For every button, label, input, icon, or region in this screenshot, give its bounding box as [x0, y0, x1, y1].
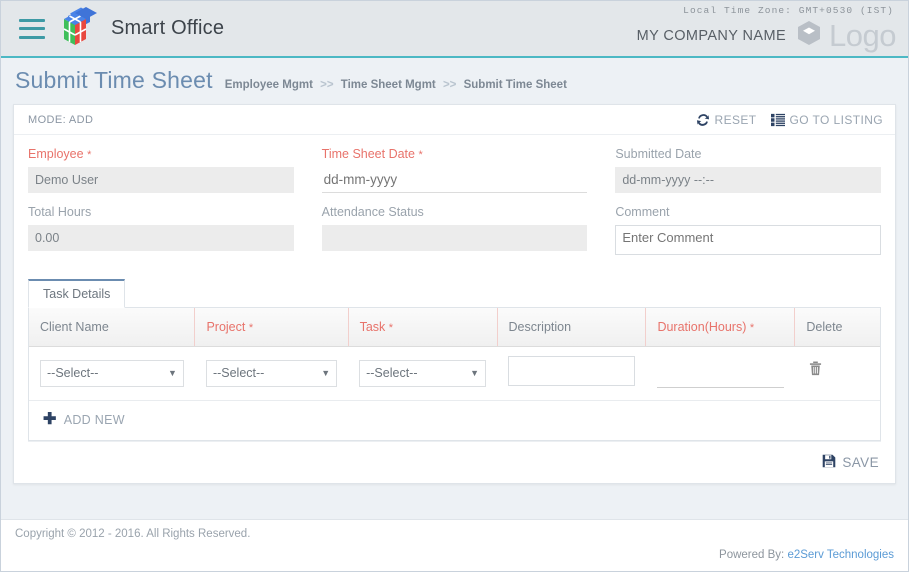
powered-by-block: Powered By: e2Serv Technologies	[15, 549, 894, 561]
card-header: MODE: ADD RESET GO TO LISTING	[14, 105, 895, 135]
trash-icon[interactable]	[809, 361, 822, 381]
list-icon	[770, 113, 785, 127]
save-row: SAVE	[28, 440, 881, 483]
timesheet-date-label: Time Sheet Date *	[321, 147, 423, 161]
page-title: Submit Time Sheet	[15, 67, 213, 93]
chevron-down-icon: ▼	[168, 368, 177, 378]
logo-wordmark: Logo	[829, 18, 896, 53]
duration-input[interactable]	[656, 364, 784, 388]
breadcrumb-separator-2: >>	[442, 79, 457, 91]
save-label: SAVE	[842, 454, 879, 470]
chevron-down-icon: ▼	[470, 368, 480, 378]
brand-title: Smart Office	[111, 17, 225, 39]
cell-description	[497, 346, 646, 401]
plus-icon: ✚	[43, 410, 57, 428]
table-header-row: Client Name Project * Task * Description…	[29, 308, 880, 347]
column-header-description: Description	[497, 308, 647, 347]
hexagon-cube-icon	[794, 18, 824, 53]
breadcrumb-item-1[interactable]: Employee Mgmt	[225, 79, 313, 91]
timesheet-date-input[interactable]	[321, 167, 588, 193]
go-to-listing-label: GO TO LISTING	[789, 113, 883, 127]
reset-label: RESET	[714, 113, 757, 127]
attendance-status-label: Attendance Status	[321, 205, 424, 219]
app-window: Smart Office Local Time Zone: GMT+0530 (…	[0, 0, 909, 572]
brand-block: Smart Office	[57, 6, 225, 51]
cube-logo-icon	[57, 6, 101, 51]
field-timesheet-date: Time Sheet Date *	[321, 147, 588, 193]
copyright-text: Copyright © 2012 - 2016. All Rights Rese…	[15, 528, 251, 540]
add-new-button[interactable]: ✚ ADD NEW	[29, 401, 880, 440]
project-select-value: --Select--	[212, 366, 265, 380]
tab-task-details[interactable]: Task Details	[28, 279, 126, 308]
cell-client-name: --Select-- ▼	[29, 346, 195, 401]
employee-input[interactable]	[28, 167, 294, 193]
form-card: MODE: ADD RESET GO TO LISTING Employee *…	[13, 104, 896, 484]
column-header-client-name: Client Name	[29, 308, 196, 347]
go-to-listing-button[interactable]: GO TO LISTING	[770, 113, 883, 127]
powered-by-link[interactable]: e2Serv Technologies	[787, 549, 894, 561]
comment-textarea[interactable]	[615, 225, 881, 255]
field-total-hours: Total Hours	[28, 205, 294, 260]
cell-project: --Select-- ▼	[194, 346, 349, 401]
field-employee: Employee *	[28, 147, 294, 193]
page-footer: Copyright © 2012 - 2016. All Rights Rese…	[1, 519, 908, 571]
field-submitted-date: Submitted Date	[615, 147, 881, 193]
field-comment: Comment	[615, 205, 881, 260]
cell-duration	[645, 346, 795, 401]
comment-label: Comment	[615, 205, 670, 219]
save-button[interactable]: SAVE	[822, 454, 881, 471]
attendance-status-input	[321, 225, 588, 251]
page-header: Submit Time Sheet Employee Mgmt >> Time …	[1, 58, 908, 104]
cell-delete	[794, 346, 880, 401]
top-header-bar: Smart Office Local Time Zone: GMT+0530 (…	[1, 1, 908, 58]
total-hours-label: Total Hours	[28, 205, 92, 219]
total-hours-input	[28, 225, 294, 251]
chevron-down-icon: ▼	[321, 368, 331, 378]
column-header-task: Task *	[348, 308, 498, 347]
breadcrumb: Employee Mgmt >> Time Sheet Mgmt >> Subm…	[225, 79, 567, 91]
form-grid: Employee * Time Sheet Date * Submitted D…	[14, 135, 895, 268]
project-select[interactable]: --Select-- ▼	[205, 359, 338, 387]
reset-button[interactable]: RESET	[696, 113, 757, 127]
add-new-label: ADD NEW	[63, 412, 125, 427]
refresh-icon	[696, 113, 710, 127]
field-attendance-status: Attendance Status	[321, 205, 588, 260]
description-textarea[interactable]	[508, 355, 635, 386]
client-name-select-value: --Select--	[47, 366, 99, 380]
cell-task: --Select-- ▼	[348, 346, 498, 401]
task-select-value: --Select--	[366, 366, 418, 380]
floppy-save-icon	[822, 454, 836, 471]
hamburger-menu-icon[interactable]	[19, 18, 45, 39]
task-details-table: Client Name Project * Task * Description…	[29, 308, 880, 401]
powered-by-prefix: Powered By:	[719, 549, 785, 561]
submitted-date-input	[615, 167, 881, 193]
breadcrumb-item-2[interactable]: Time Sheet Mgmt	[341, 79, 436, 91]
header-right-block: Local Time Zone: GMT+0530 (IST) MY COMPA…	[636, 5, 897, 53]
breadcrumb-separator-1: >>	[320, 79, 334, 91]
mode-label: MODE: ADD	[28, 114, 94, 126]
column-header-delete: Delete	[794, 308, 880, 347]
task-select[interactable]: --Select-- ▼	[359, 359, 487, 387]
timezone-label: Local Time Zone: GMT+0530 (IST)	[683, 5, 894, 16]
employee-label: Employee *	[28, 147, 92, 161]
client-name-select[interactable]: --Select-- ▼	[40, 359, 184, 387]
tab-strip: Task Details	[14, 268, 895, 308]
column-header-duration: Duration(Hours) *	[645, 308, 796, 347]
breadcrumb-item-3: Submit Time Sheet	[463, 79, 567, 91]
company-name-label: MY COMPANY NAME	[636, 27, 787, 44]
task-details-table-wrapper: Client Name Project * Task * Description…	[28, 307, 881, 441]
submitted-date-label: Submitted Date	[615, 147, 702, 161]
table-row: --Select-- ▼ --Select-- ▼ --Select-- ▼	[29, 346, 880, 401]
column-header-project: Project *	[194, 308, 349, 347]
